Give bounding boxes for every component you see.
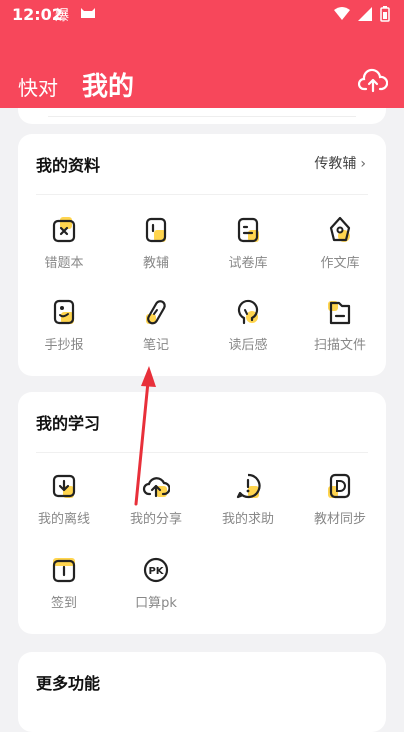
grid-item-label: 口算pk	[135, 596, 177, 611]
tab-mine[interactable]: 我的	[82, 66, 134, 103]
my-materials-card: 我的资料 传教辅 › 错题本 教辅 试卷库 作文库 手抄报 笔记 读后感 扫描文…	[18, 134, 386, 376]
grid-item-label: 签到	[50, 596, 77, 611]
more-functions-card: 更多功能	[18, 652, 386, 732]
wifi-icon	[334, 7, 350, 20]
grid-item-checkin[interactable]: 签到	[18, 556, 110, 611]
grid-item-label: 我的离线	[37, 512, 90, 527]
grid-item-scanned-files[interactable]: 扫描文件	[294, 298, 386, 353]
grid-item-help[interactable]: 我的求助	[202, 472, 294, 527]
grid-item-textbook-sync[interactable]: 教材同步	[294, 472, 386, 527]
book-icon	[145, 217, 167, 243]
grid-item-label: 我的分享	[129, 512, 182, 527]
wrong-questions-icon	[52, 217, 76, 243]
svg-text:PK: PK	[148, 566, 164, 577]
grid-item-label: 扫描文件	[313, 338, 366, 353]
pen-nib-icon	[329, 216, 351, 242]
cat-icon	[81, 8, 95, 18]
grid-item-textbook[interactable]: 教辅	[110, 216, 202, 271]
grid-item-label: 教材同步	[313, 512, 366, 527]
grid-item-label: 我的求助	[221, 512, 274, 527]
newspaper-icon	[53, 299, 75, 325]
status-icons	[334, 6, 390, 22]
help-icon	[236, 473, 261, 499]
grid-item-essay-bank[interactable]: 作文库	[294, 216, 386, 271]
upload-materials-label: 传教辅	[314, 156, 357, 172]
grid-item-share[interactable]: 我的分享	[110, 472, 202, 527]
download-icon	[52, 474, 76, 498]
top-card-remnant	[18, 108, 386, 124]
divider	[36, 452, 368, 453]
grid-item-label: 读后感	[228, 338, 268, 353]
app-notification-icon: 爆	[55, 8, 69, 24]
grid-item-label: 手抄报	[44, 338, 84, 353]
grid-item-offline[interactable]: 我的离线	[18, 472, 110, 527]
chevron-right-icon: ›	[360, 156, 366, 172]
grid-item-label: 作文库	[320, 256, 360, 271]
checkin-icon	[52, 558, 76, 583]
cloud-share-icon	[142, 477, 170, 498]
lightbulb-icon	[237, 299, 259, 325]
header-bar: 12:02 爆 快对 我的	[0, 0, 404, 108]
grid-item-mental-math-pk[interactable]: PK 口算pk	[110, 556, 202, 611]
grid-item-handcopy-paper[interactable]: 手抄报	[18, 298, 110, 353]
grid-item-label: 错题本	[44, 256, 84, 271]
pk-icon: PK	[143, 557, 169, 583]
status-bar: 12:02 爆	[0, 0, 404, 30]
grid-item-reading-notes[interactable]: 读后感	[202, 298, 294, 353]
folder-icon	[328, 301, 351, 325]
my-materials-title: 我的资料	[36, 156, 101, 175]
cloud-upload-icon[interactable]	[358, 68, 388, 94]
grid-item-paper-bank[interactable]: 试卷库	[202, 216, 294, 271]
my-study-card: 我的学习 我的离线 我的分享 我的求助 教材同步 签到 PK 口算pk	[18, 392, 386, 634]
my-study-title: 我的学习	[36, 414, 101, 433]
battery-icon	[380, 6, 390, 22]
paper-icon	[237, 217, 259, 243]
signal-icon	[358, 7, 372, 21]
grid-item-notes[interactable]: 笔记	[110, 298, 202, 353]
grid-item-wrong-questions[interactable]: 错题本	[18, 216, 110, 271]
divider	[36, 194, 368, 195]
pencil-icon	[146, 300, 166, 325]
textbook-icon	[328, 473, 351, 499]
grid-item-label: 教辅	[142, 256, 169, 271]
tab-kuaidui[interactable]: 快对	[18, 72, 58, 101]
grid-item-label: 试卷库	[228, 256, 268, 271]
grid-item-label: 笔记	[142, 338, 169, 353]
upload-materials-link[interactable]: 传教辅 ›	[314, 153, 366, 173]
more-functions-title: 更多功能	[36, 674, 101, 693]
